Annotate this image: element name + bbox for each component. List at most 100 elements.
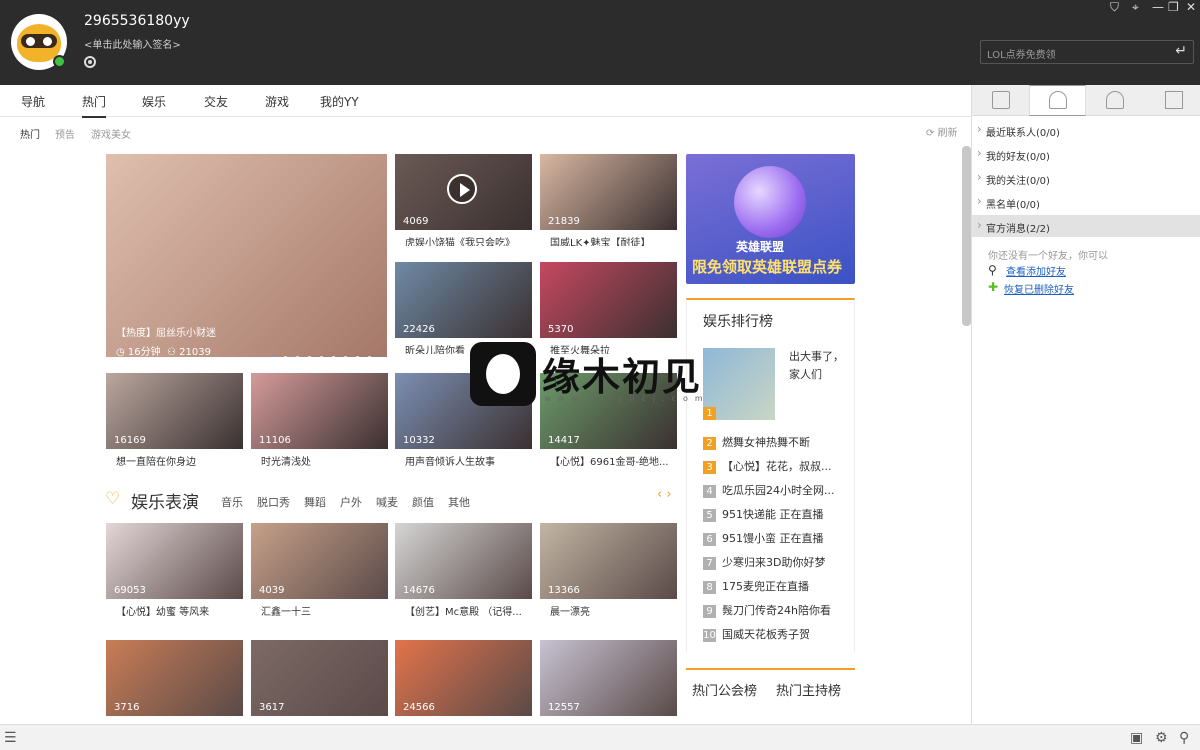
restore-icon[interactable]: ❐ (1168, 0, 1179, 14)
subtab-preview[interactable]: 预告 (55, 126, 75, 141)
promo-title: 英雄联盟 (736, 240, 785, 254)
restore-friend-link[interactable]: 恢复已删除好友 (1004, 281, 1074, 296)
heart-icon: ♡ (105, 489, 121, 509)
skin-icon[interactable]: ⛉ (1110, 0, 1119, 15)
show-card[interactable]: 13366 晨一漂亮 (540, 523, 677, 619)
subtab-game-beauty[interactable]: 游戏美女 (91, 126, 131, 141)
add-friend-link[interactable]: 查看添加好友 (1006, 263, 1066, 278)
category-other[interactable]: 其他 (448, 494, 470, 510)
enter-icon[interactable]: ↵ (1175, 43, 1187, 59)
tab-games[interactable]: 游戏 (265, 93, 289, 110)
contact-icon[interactable] (1049, 91, 1067, 109)
tab-entertainment[interactable]: 娱乐 (142, 93, 166, 110)
settings-icon[interactable]: ⚙ (1155, 730, 1168, 746)
show-card[interactable]: 24566 (395, 640, 532, 722)
hot-tabs: 热门公会榜 热门主持榜 (686, 668, 855, 708)
ranking-item-label: 少寒归来3D助你好梦 (722, 556, 826, 569)
ranking-item[interactable]: 10 国威天花板秀子贺 (703, 626, 810, 642)
featured-card[interactable]: 【热度】屈丝乐小财迷 ◷ 16分钟 ⚇ 21039 (106, 154, 387, 357)
subtab-hot[interactable]: 热门 (20, 126, 40, 141)
show-card[interactable]: 3617 (251, 640, 388, 722)
category-talkshow[interactable]: 脱口秀 (257, 494, 290, 510)
video-icon[interactable]: ▣ (1130, 730, 1143, 746)
tab-friends[interactable]: 交友 (204, 93, 228, 110)
search-icon[interactable]: ⚲ (1179, 730, 1189, 746)
watermark: 缘木初见 www.52ybcj.com (470, 342, 710, 406)
search-placeholder: LOL点券免费领 (987, 50, 1056, 61)
refresh-button[interactable]: ⟳ 刷新 (926, 124, 958, 139)
ranking-item-label: 䯷刀门传奇24h陪你看 (722, 604, 831, 617)
sidebar-item-blacklist[interactable]: 黑名单(0/0) (972, 191, 1200, 213)
show-card[interactable]: 4039 汇鑫一十三 (251, 523, 388, 619)
ranking-item[interactable]: 9 䯷刀门传奇24h陪你看 (703, 602, 831, 618)
ranking-item[interactable]: 5 951快递能 正在直播 (703, 506, 824, 522)
tab-nav[interactable]: 导航 (21, 93, 45, 110)
close-icon[interactable]: ✕ (1186, 0, 1196, 14)
menu-icon[interactable]: ☰ (4, 730, 17, 746)
featured-caption: 【热度】屈丝乐小财迷 (116, 328, 216, 339)
tab-hot-guild[interactable]: 热门公会榜 (692, 680, 757, 699)
ranking-item[interactable]: 3 【心悦】花花，叔叔... (703, 458, 832, 474)
minimize-icon[interactable]: — (1152, 0, 1164, 14)
live-card[interactable]: 16169 想一直陪在你身边 (106, 373, 243, 467)
rank-number: 5 (703, 509, 716, 522)
signature-input[interactable]: <单击此处输入签名> (84, 36, 181, 51)
live-card[interactable]: 11106 时光清浅处 (251, 373, 388, 467)
ranking-item[interactable]: 4 吃瓜乐园24小时全网... (703, 482, 835, 498)
apps-icon[interactable] (1165, 91, 1183, 109)
scrollbar[interactable] (962, 146, 971, 326)
category-mc[interactable]: 喊麦 (376, 494, 398, 510)
live-card[interactable]: 4069 虎娱小饶猫《我只会吃》 (395, 154, 532, 246)
main-nav: 导航 热门 娱乐 交友 游戏 我的YY (0, 85, 971, 118)
category-dance[interactable]: 舞蹈 (304, 494, 326, 510)
rank-number: 7 (703, 557, 716, 570)
live-card[interactable]: 21839 国威LK✦魅宝【耐徒】 (540, 154, 677, 246)
search-input[interactable]: LOL点券免费领 ↵ (980, 40, 1194, 64)
ranking-item[interactable]: 7 少寒归来3D助你好梦 (703, 554, 825, 570)
sidebar-tabs (972, 85, 1200, 116)
show-card[interactable]: 3716 (106, 640, 243, 722)
section-pager[interactable]: ‹ › (657, 487, 672, 502)
section-title: ♡ 娱乐表演 (105, 489, 199, 513)
carousel-dots[interactable] (271, 346, 379, 357)
live-card[interactable]: 22426 昕朵儿陪你看 (395, 262, 532, 354)
ranking-item[interactable]: 6 951馒小蛮 正在直播 (703, 530, 824, 546)
show-card[interactable]: 14676 【创艺】Mc意殿 （记得... (395, 523, 532, 619)
empty-tip: 你还没有一个好友，你可以 (988, 251, 1108, 262)
plus-icon: ✚ (988, 280, 999, 294)
watermark-text: 缘木初见 (542, 355, 703, 399)
sub-nav: 热门 预告 游戏美女 (0, 118, 971, 146)
ranking-item-label: 吃瓜乐园24小时全网... (722, 484, 835, 497)
play-icon[interactable] (447, 174, 477, 204)
ranking-item-label: 国威天花板秀子贺 (722, 628, 810, 641)
live-card[interactable]: 5370 推至火舞朵拉 (540, 262, 677, 354)
promo-subtitle: 限免领取英雄联盟点券 (692, 258, 843, 276)
category-outdoor[interactable]: 户外 (340, 494, 362, 510)
sidebar-item-friends[interactable]: 我的好友(0/0) (972, 143, 1200, 165)
show-card[interactable]: 69053 【心悦】幼蜜 等风来 (106, 523, 243, 619)
sidebar-item-following[interactable]: 我的关注(0/0) (972, 167, 1200, 189)
ranking-item[interactable]: 8 175麦兜正在直播 (703, 578, 809, 594)
home-icon[interactable] (992, 91, 1010, 109)
ranking-title: 娱乐排行榜 (703, 314, 773, 330)
visibility-icon[interactable] (84, 56, 96, 68)
pin-icon[interactable]: ⌖ (1132, 0, 1139, 15)
show-card[interactable]: 12557 (540, 640, 677, 722)
tab-hot-host[interactable]: 热门主持榜 (776, 680, 841, 699)
chevron-left-icon[interactable]: ‹ (657, 487, 662, 502)
chevron-right-icon[interactable]: › (666, 487, 671, 502)
sidebar-item-official[interactable]: 官方消息(2/2) (972, 215, 1200, 237)
category-music[interactable]: 音乐 (221, 494, 243, 510)
ranking-top-caption[interactable]: 出大事了，家人们 (789, 348, 845, 384)
ranking-item-label: 175麦兜正在直播 (722, 580, 809, 593)
bottom-bar: ☰ ▣ ⚙ ⚲ (0, 724, 1200, 750)
ranking-item[interactable]: 2 燃舞女神热舞不断 (703, 434, 810, 450)
tab-hot[interactable]: 热门 (82, 93, 107, 118)
category-looks[interactable]: 颜值 (412, 494, 434, 510)
group-icon[interactable] (1106, 91, 1124, 109)
promo-banner[interactable]: 英雄联盟 限免领取英雄联盟点券 (686, 154, 855, 284)
sidebar-item-recent[interactable]: 最近联系人(0/0) (972, 119, 1200, 141)
tab-my-yy[interactable]: 我的YY (320, 93, 359, 110)
ranking-panel: 娱乐排行榜 1 出大事了，家人们 2 燃舞女神热舞不断 3 【心悦】花花，叔叔... 4… (686, 298, 855, 652)
rank-number: 6 (703, 533, 716, 546)
